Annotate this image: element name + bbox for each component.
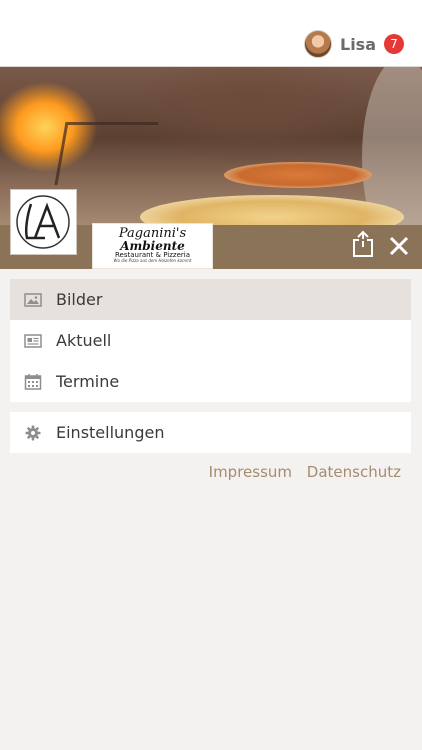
footer-links: Impressum Datenschutz [199,463,401,481]
share-icon [353,230,373,257]
close-icon [389,236,409,256]
notification-badge[interactable]: 7 [384,34,404,54]
user-name[interactable]: Lisa [340,35,376,54]
impressum-link[interactable]: Impressum [209,463,292,481]
monogram-logo-graphic [16,195,70,249]
menu-item-termine[interactable]: Termine [10,361,411,402]
settings-menu: Einstellungen [10,412,411,453]
pizza-image [224,162,372,188]
logo-tagline: Wo die Pizza aus dem Holzofen kommt [113,258,192,263]
oven-edge [362,67,422,225]
menu-item-bilder[interactable]: Bilder [10,279,411,320]
close-button[interactable] [387,234,411,258]
monogram-logo [10,189,77,255]
newspaper-icon [24,333,42,348]
share-button[interactable] [350,230,376,258]
top-bar: Lisa 7 [0,0,422,67]
gear-icon [25,425,41,440]
calendar-icon [24,373,42,390]
oven-wood [54,122,159,185]
image-icon [24,292,42,307]
user-menu[interactable]: Lisa 7 [304,30,404,58]
menu-label-bilder: Bilder [56,290,103,309]
restaurant-logo: Paganini's Ambiente Restaurant & Pizzeri… [92,223,213,269]
menu-label-einstellungen: Einstellungen [56,423,165,442]
main-menu: Bilder Aktuell Termine [10,279,411,402]
menu-label-termine: Termine [56,372,120,391]
menu-item-einstellungen[interactable]: Einstellungen [10,412,411,453]
datenschutz-link[interactable]: Datenschutz [307,463,401,481]
menu-item-aktuell[interactable]: Aktuell [10,320,411,361]
pizza-image [140,195,404,225]
menu-label-aktuell: Aktuell [56,331,112,350]
user-avatar[interactable] [304,30,332,58]
